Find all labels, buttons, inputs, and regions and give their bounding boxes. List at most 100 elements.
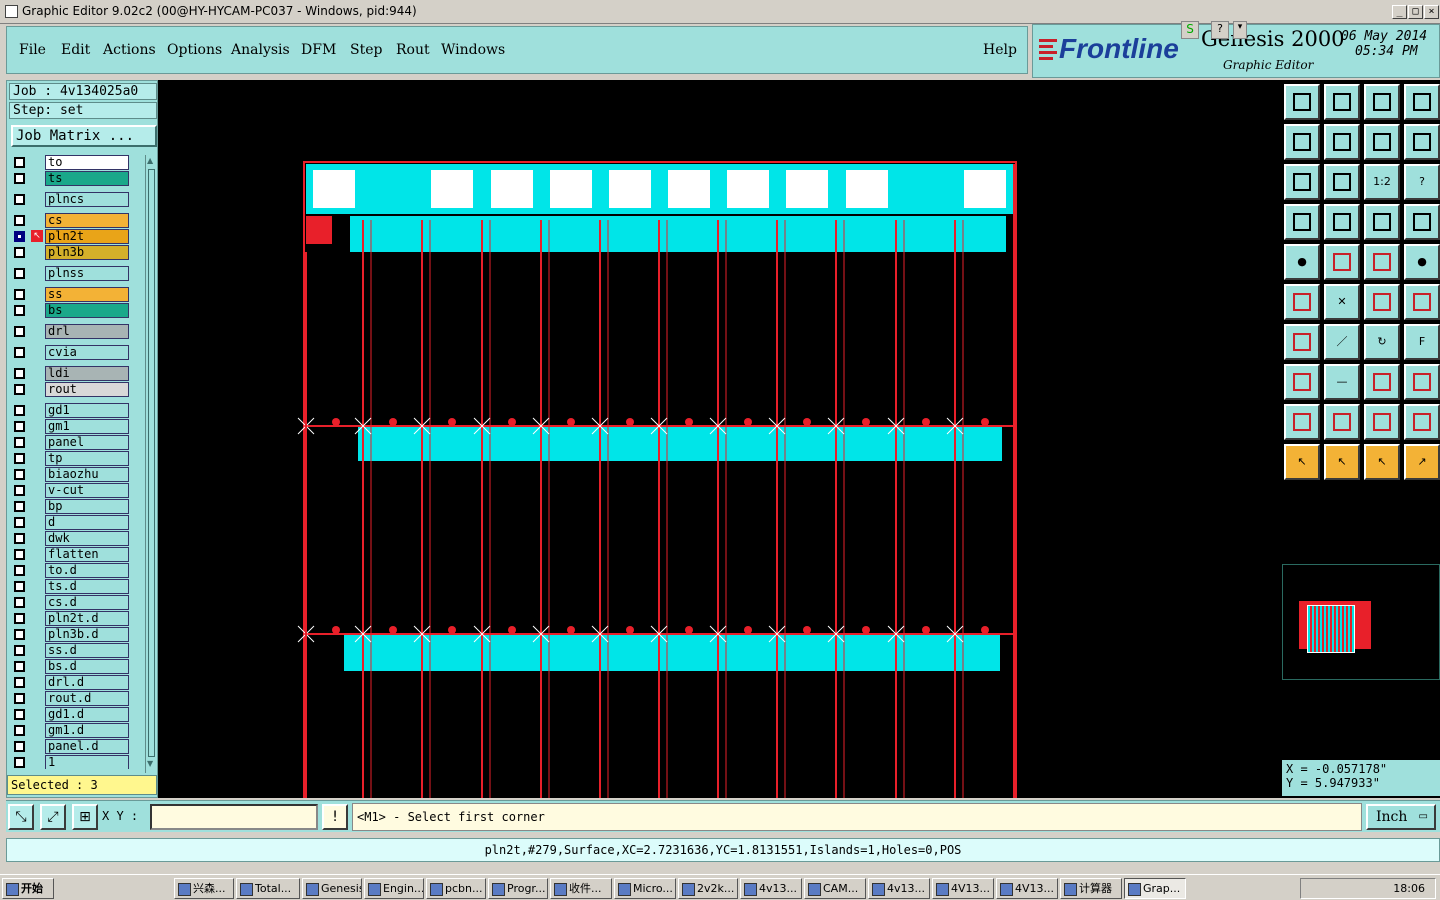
layer-row-d[interactable]: d xyxy=(9,515,143,530)
layer-checkbox[interactable] xyxy=(14,661,25,672)
layer-row-dwk[interactable]: dwk xyxy=(9,531,143,546)
fit-icon[interactable] xyxy=(1284,164,1320,200)
layer-checkbox[interactable] xyxy=(14,215,25,226)
triangle-blue-icon[interactable] xyxy=(1364,404,1400,440)
layer-name[interactable]: panel.d xyxy=(45,739,129,754)
layer-checkbox[interactable] xyxy=(14,485,25,496)
layer-checkbox[interactable] xyxy=(14,347,25,358)
layer-row-bs[interactable]: bs xyxy=(9,303,143,318)
swap-icon[interactable] xyxy=(1364,124,1400,160)
layer-name[interactable]: pln3b.d xyxy=(45,627,129,642)
layer-name[interactable]: bs.d xyxy=(45,659,129,674)
overview-map[interactable] xyxy=(1282,564,1440,680)
taskbar-item[interactable]: 收件... xyxy=(550,878,612,899)
scroll-thumb[interactable] xyxy=(148,169,155,757)
taskbar-item[interactable]: Micro... xyxy=(614,878,676,899)
layer-name[interactable]: pln2t.d xyxy=(45,611,129,626)
triangle-red-icon[interactable] xyxy=(1284,404,1320,440)
layer-name[interactable]: ldi xyxy=(45,366,129,381)
layer-checkbox[interactable] xyxy=(14,268,25,279)
layer-row-plnss[interactable]: plnss xyxy=(9,266,143,281)
layer-name[interactable]: rout xyxy=(45,382,129,397)
layer-checkbox[interactable] xyxy=(14,549,25,560)
line-draw-icon[interactable] xyxy=(1364,284,1400,320)
layer-row-gm1[interactable]: gm1 xyxy=(9,419,143,434)
taskbar-item[interactable]: 2v2k... xyxy=(678,878,738,899)
layer-row-to[interactable]: to xyxy=(9,155,143,170)
layer-name[interactable]: pln2t xyxy=(45,229,129,244)
graphic-canvas[interactable] xyxy=(158,80,1280,798)
taskbar-item[interactable]: pcbn... xyxy=(426,878,486,899)
maximize-button[interactable]: □ xyxy=(1408,5,1423,19)
layer-name[interactable]: bs xyxy=(45,303,129,318)
1:2-icon[interactable]: 1:2 xyxy=(1364,164,1400,200)
scroll-down-icon[interactable]: ▼ xyxy=(147,759,156,769)
menu-analysis[interactable]: Analysis xyxy=(231,42,290,58)
layer-list-scrollbar[interactable]: ▲ ▼ xyxy=(145,155,157,773)
layer-name[interactable]: ss.d xyxy=(45,643,129,658)
layer-row-panel[interactable]: panel xyxy=(9,435,143,450)
layer-row-drl[interactable]: drl xyxy=(9,324,143,339)
polygon-icon[interactable] xyxy=(1324,244,1360,280)
layer-row-rout[interactable]: rout xyxy=(9,382,143,397)
layer-checkbox[interactable] xyxy=(14,693,25,704)
layer-row-plncs[interactable]: plncs xyxy=(9,192,143,207)
shapes-icon[interactable] xyxy=(1404,364,1440,400)
menu-step[interactable]: Step xyxy=(350,42,382,58)
layer-name[interactable]: cs xyxy=(45,213,129,228)
layer-row-v-cut[interactable]: v-cut xyxy=(9,483,143,498)
layer-checkbox[interactable] xyxy=(14,613,25,624)
layer-name[interactable]: flatten xyxy=(45,547,129,562)
layer-name[interactable]: v-cut xyxy=(45,483,129,498)
layer-row-pln2t-d[interactable]: pln2t.d xyxy=(9,611,143,626)
layer-checkbox[interactable] xyxy=(14,194,25,205)
layer-name[interactable]: rout.d xyxy=(45,691,129,706)
layer-row-rout-d[interactable]: rout.d xyxy=(9,691,143,706)
layer-checkbox[interactable] xyxy=(14,368,25,379)
layer-name[interactable]: dwk xyxy=(45,531,129,546)
layer-name[interactable]: ss xyxy=(45,287,129,302)
triangle-line-icon[interactable] xyxy=(1404,404,1440,440)
layer-row-panel-d[interactable]: panel.d xyxy=(9,739,143,754)
layer-name[interactable]: ts xyxy=(45,171,129,186)
layer-checkbox[interactable] xyxy=(14,231,25,242)
layer-checkbox[interactable] xyxy=(14,289,25,300)
layer-select-2-icon[interactable] xyxy=(1404,204,1440,240)
triangle-up-icon[interactable] xyxy=(1324,404,1360,440)
menu-rout[interactable]: Rout xyxy=(396,42,430,58)
layer-name[interactable]: tp xyxy=(45,451,129,466)
pointer-route-icon[interactable]: ↗ xyxy=(1404,444,1440,480)
layer-row-cvia[interactable]: cvia xyxy=(9,345,143,360)
layer-name[interactable]: biaozhu xyxy=(45,467,129,482)
dash-icon[interactable]: — xyxy=(1324,364,1360,400)
stretch-icon[interactable] xyxy=(1364,364,1400,400)
grid-icon[interactable]: ⊞ xyxy=(72,804,98,830)
layer-checkbox[interactable] xyxy=(14,247,25,258)
layer-checkbox[interactable] xyxy=(14,421,25,432)
layer-checkbox[interactable] xyxy=(14,517,25,528)
s-icon[interactable]: S xyxy=(1181,21,1199,39)
layer-checkbox[interactable] xyxy=(14,384,25,395)
start-button[interactable]: 开始 xyxy=(2,878,54,899)
layer-row-pln3b-d[interactable]: pln3b.d xyxy=(9,627,143,642)
layer-checkbox[interactable] xyxy=(14,757,25,768)
taskbar-item[interactable]: 4V13... xyxy=(996,878,1058,899)
menu-help[interactable]: Help xyxy=(983,42,1017,58)
layer-name[interactable]: drl.d xyxy=(45,675,129,690)
layer-row-tp[interactable]: tp xyxy=(9,451,143,466)
pad-icon[interactable]: ● xyxy=(1284,244,1320,280)
ff-icon[interactable]: F xyxy=(1404,324,1440,360)
layer-row-gd1-d[interactable]: gd1.d xyxy=(9,707,143,722)
home-in-icon[interactable] xyxy=(1324,84,1360,120)
layer-row-ts-d[interactable]: ts.d xyxy=(9,579,143,594)
layer-name[interactable]: cvia xyxy=(45,345,129,360)
layer-checkbox[interactable] xyxy=(14,305,25,316)
layer-row-drl-d[interactable]: drl.d xyxy=(9,675,143,690)
layer-row-bs-d[interactable]: bs.d xyxy=(9,659,143,674)
layer-checkbox[interactable] xyxy=(14,597,25,608)
layer-row-ss-d[interactable]: ss.d xyxy=(9,643,143,658)
menu-dfm[interactable]: DFM xyxy=(301,42,336,58)
layer-checkbox[interactable] xyxy=(14,629,25,640)
taskbar-item[interactable]: 4v13... xyxy=(740,878,802,899)
taskbar-item[interactable]: 4v13... xyxy=(868,878,930,899)
